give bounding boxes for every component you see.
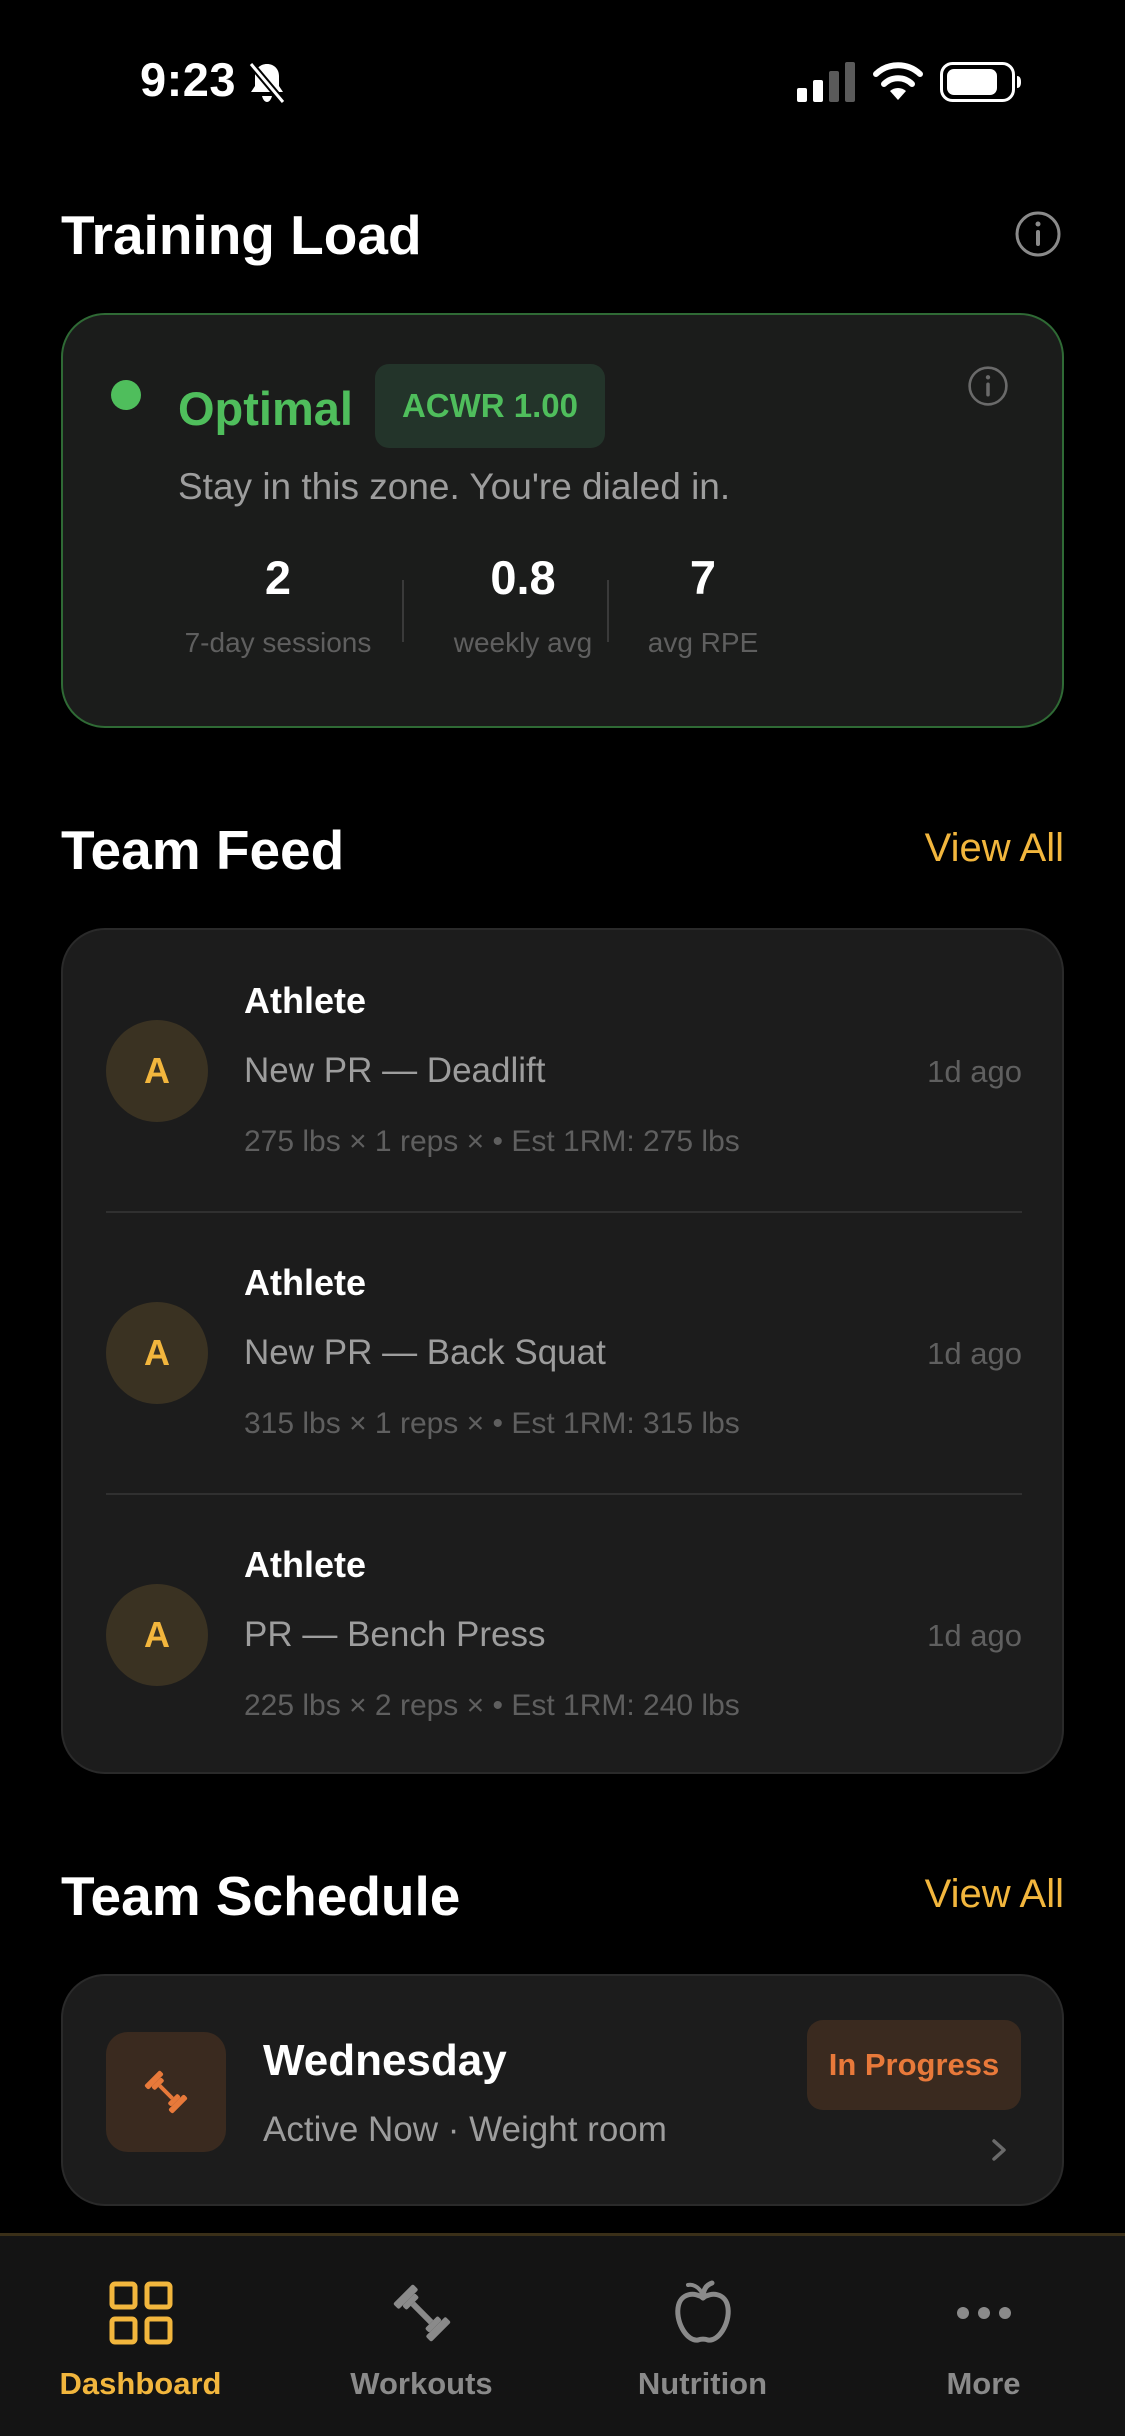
- stat-label: weekly avg: [453, 627, 593, 658]
- stat-label: avg RPE: [647, 627, 759, 658]
- avatar: A: [106, 1302, 208, 1404]
- training-status: Optimal: [178, 382, 353, 435]
- team-schedule-title: Team Schedule: [61, 1865, 461, 1927]
- event-icon-box: [106, 2032, 226, 2152]
- stat-divider: [607, 580, 609, 642]
- tab-more[interactable]: More: [843, 2236, 1124, 2436]
- dumbbell-icon: [393, 2284, 450, 2342]
- tab-label: Workouts: [350, 2366, 493, 2401]
- stat-value: 2: [264, 551, 292, 604]
- feed-pr-title: PR — Bench Press: [244, 1615, 546, 1654]
- bottom-tab-bar: Dashboard Workouts Nutrition More: [0, 2233, 1125, 2436]
- feed-item[interactable]: A Athlete New PR — Back Squat 315 lbs × …: [63, 1212, 1066, 1494]
- team-feed-view-all-link[interactable]: View All: [925, 826, 1064, 871]
- cellular-signal-icon: [797, 62, 855, 102]
- team-feed-card: A Athlete New PR — Deadlift 275 lbs × 1 …: [61, 928, 1064, 1774]
- avatar: A: [106, 1584, 208, 1686]
- stat-value: 7: [689, 551, 717, 604]
- info-icon[interactable]: [1014, 210, 1062, 258]
- feed-athlete-name: Athlete: [244, 980, 367, 1021]
- event-subtitle: Active Now · Weight room: [263, 2110, 667, 2149]
- feed-pr-detail: 315 lbs × 1 reps × • Est 1RM: 315 lbs: [244, 1407, 740, 1440]
- tab-dashboard[interactable]: Dashboard: [0, 2236, 281, 2436]
- training-load-card[interactable]: Optimal ACWR 1.00 Stay in this zone. You…: [61, 313, 1064, 728]
- more-icon: [956, 2307, 1011, 2319]
- feed-athlete-name: Athlete: [244, 1544, 367, 1585]
- team-feed-title: Team Feed: [61, 819, 345, 881]
- avatar: A: [106, 1020, 208, 1122]
- status-time: 9:23: [140, 53, 237, 106]
- tab-label: Nutrition: [637, 2366, 768, 2401]
- dashboard-screen: 9:23 Training Load Optimal ACWR 1.00 Sta…: [0, 0, 1125, 2436]
- apple-icon: [674, 2280, 731, 2343]
- stat-value: 0.8: [490, 551, 556, 604]
- tab-workouts[interactable]: Workouts: [281, 2236, 562, 2436]
- feed-timestamp: 1d ago: [927, 1618, 1022, 1653]
- feed-pr-title: New PR — Back Squat: [244, 1333, 606, 1372]
- feed-item[interactable]: A Athlete New PR — Deadlift 275 lbs × 1 …: [63, 930, 1066, 1212]
- acwr-badge: ACWR 1.00: [375, 364, 605, 448]
- battery-icon: [940, 62, 1021, 102]
- wifi-icon: [873, 62, 923, 100]
- feed-timestamp: 1d ago: [927, 1054, 1022, 1089]
- event-day: Wednesday: [263, 2036, 507, 2085]
- stat-label: 7-day sessions: [184, 627, 372, 658]
- stat-avg-rpe: 7 avg RPE: [623, 550, 783, 659]
- status-bar: 9:23: [0, 0, 1125, 165]
- status-dot: [111, 380, 141, 410]
- feed-pr-title: New PR — Deadlift: [244, 1051, 546, 1090]
- feed-pr-detail: 275 lbs × 1 reps × • Est 1RM: 275 lbs: [244, 1125, 740, 1158]
- schedule-event-card[interactable]: Wednesday Active Now · Weight room In Pr…: [61, 1974, 1064, 2206]
- stat-weekly-avg: 0.8 weekly avg: [433, 550, 613, 659]
- info-icon[interactable]: [967, 365, 1009, 407]
- dumbbell-icon: [144, 2070, 188, 2114]
- feed-pr-detail: 225 lbs × 2 reps × • Est 1RM: 240 lbs: [244, 1689, 740, 1722]
- training-load-subtitle: Stay in this zone. You're dialed in.: [178, 466, 731, 507]
- training-load-title: Training Load: [61, 204, 422, 266]
- tab-label: Dashboard: [59, 2366, 222, 2401]
- tab-nutrition[interactable]: Nutrition: [562, 2236, 843, 2436]
- feed-item[interactable]: A Athlete PR — Bench Press 225 lbs × 2 r…: [63, 1494, 1066, 1776]
- status-badge: In Progress: [807, 2020, 1021, 2110]
- chevron-right-icon: [992, 2139, 1006, 2161]
- feed-timestamp: 1d ago: [927, 1336, 1022, 1371]
- tab-label: More: [946, 2366, 1021, 2401]
- bell-muted-icon: [248, 61, 286, 105]
- stat-sessions: 2 7-day sessions: [178, 550, 378, 659]
- stat-divider: [402, 580, 404, 642]
- grid-icon: [109, 2281, 172, 2345]
- team-schedule-view-all-link[interactable]: View All: [925, 1872, 1064, 1917]
- feed-athlete-name: Athlete: [244, 1262, 367, 1303]
